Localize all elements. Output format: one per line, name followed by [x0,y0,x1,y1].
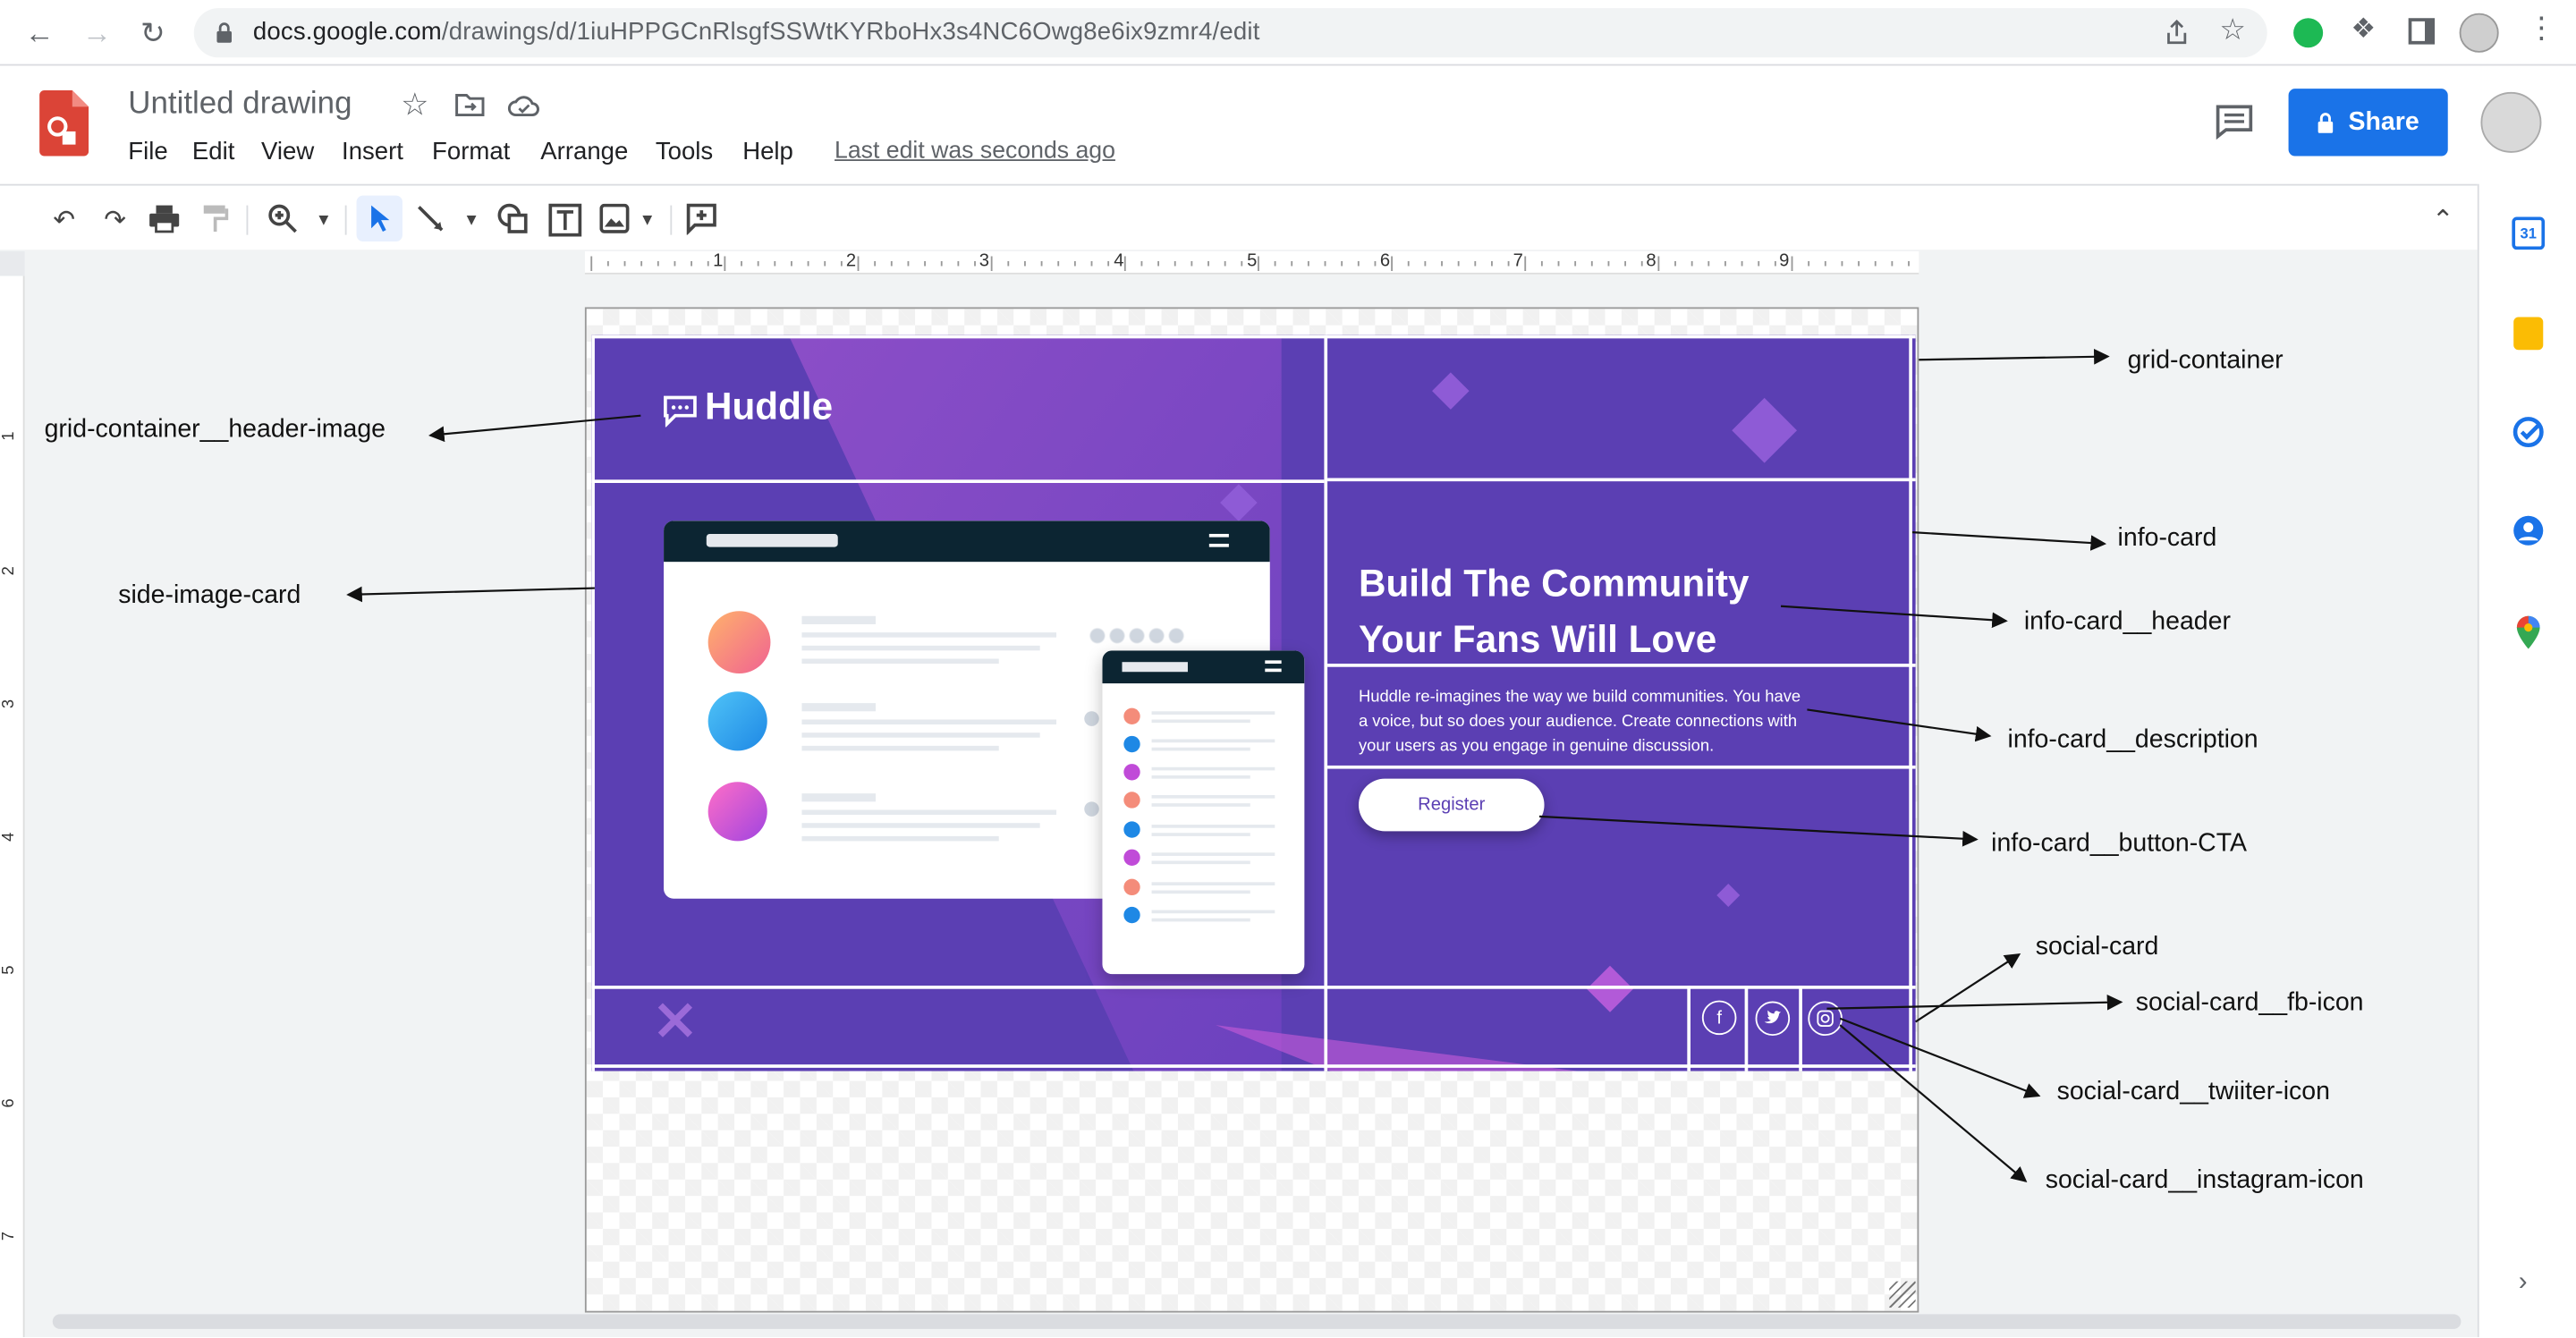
annotation-social-card: social-card [2035,933,2159,961]
annotation-header-image: grid-container__header-image [44,415,386,444]
annotation-info-card: info-card [2117,523,2217,553]
annotation-arrows [346,349,2123,1183]
horizontal-scrollbar[interactable] [52,1314,2462,1329]
annotation-social-instagram: social-card__instagram-icon [2045,1166,2364,1195]
side-panel: 31 › [2477,183,2576,1338]
maps-icon[interactable] [2515,614,2541,650]
expand-panel-icon[interactable]: › [2519,1268,2528,1298]
annotation-info-card-button: info-card__button-CTA [1991,829,2248,858]
tasks-icon[interactable] [2512,416,2545,449]
calendar-icon[interactable]: 31 [2512,216,2546,250]
annotation-grid-container: grid-container [2127,346,2284,375]
annotation-social-fb: social-card__fb-icon [2135,988,2364,1017]
annotation-side-image-card: side-image-card [118,581,301,610]
contacts-icon[interactable] [2512,514,2545,547]
annotation-social-twitter: social-card__twiiter-icon [2056,1077,2330,1106]
annotation-info-card-header: info-card__header [2023,607,2231,636]
keep-icon[interactable] [2513,317,2544,351]
annotation-info-card-description: info-card__description [2007,725,2258,755]
